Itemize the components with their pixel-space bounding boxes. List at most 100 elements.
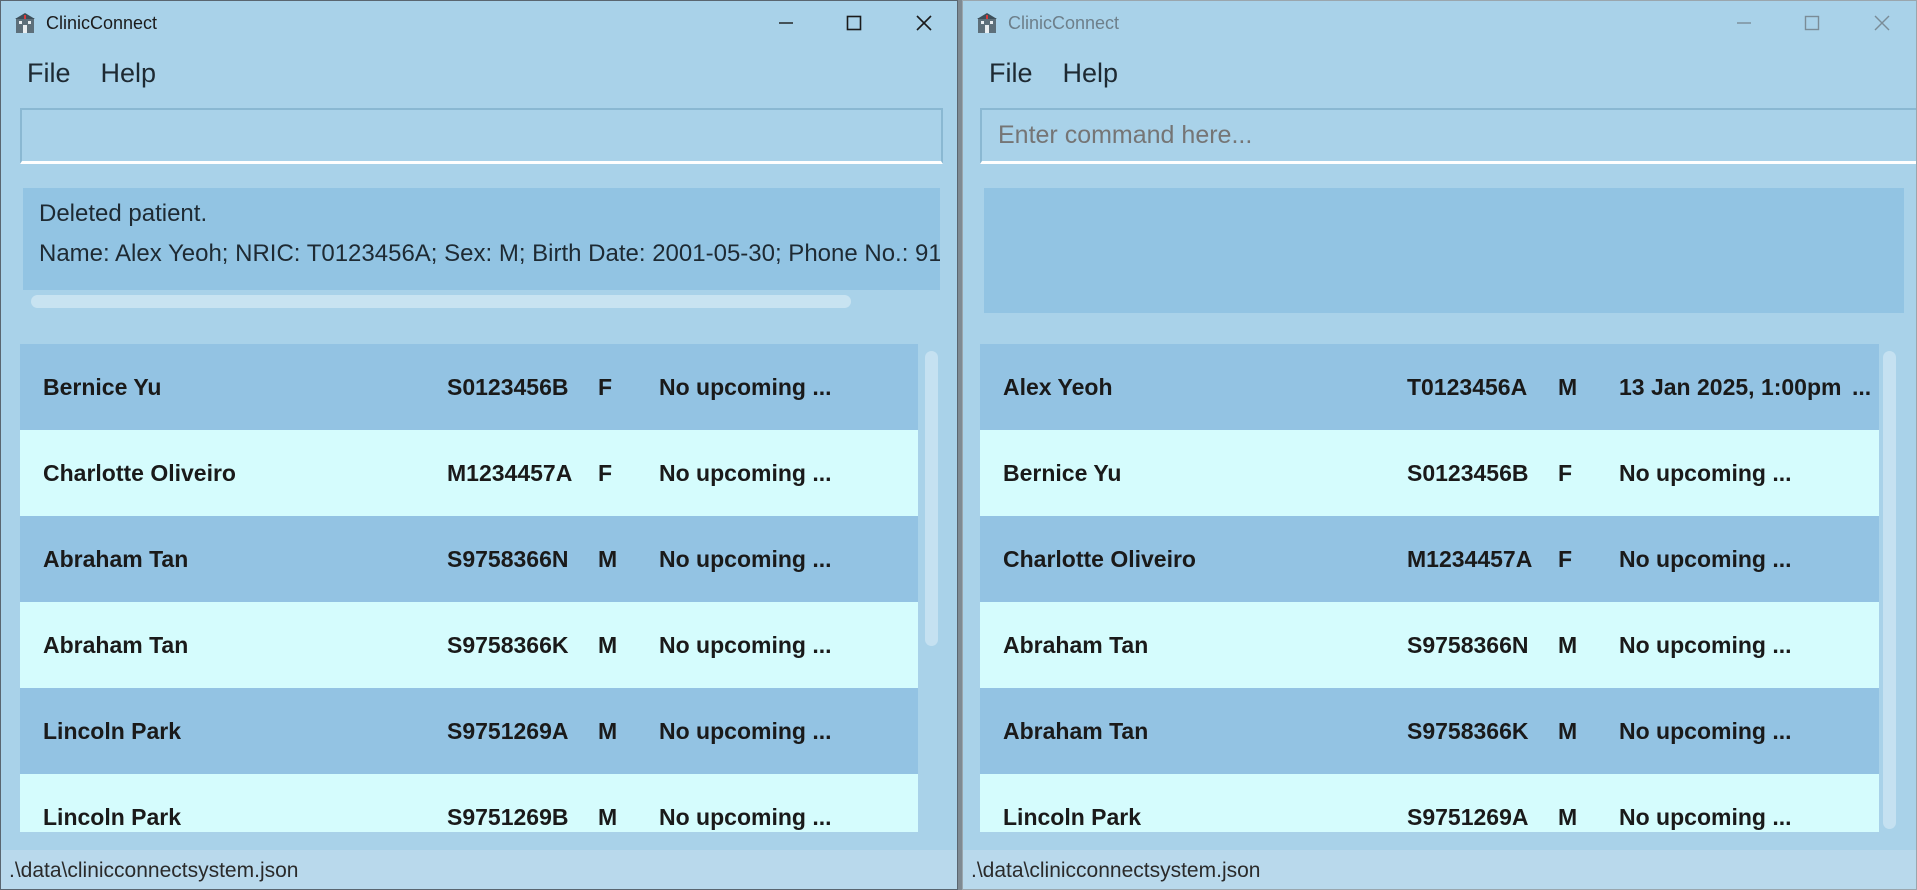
patient-name: Abraham Tan bbox=[43, 546, 189, 572]
patient-sex: M bbox=[1558, 804, 1578, 830]
patient-list: Alex Yeoh T0123456A M 13 Jan 2025, 1:00p… bbox=[980, 344, 1879, 832]
patient-row[interactable]: Bernice Yu S0123456B F No upcoming ... bbox=[20, 344, 918, 430]
command-input[interactable] bbox=[980, 108, 1916, 164]
patient-appointment: No upcoming ... bbox=[659, 460, 832, 486]
window-title: ClinicConnect bbox=[1008, 12, 1120, 33]
patient-row[interactable]: Abraham Tan S9758366N M No upcoming ... bbox=[20, 516, 918, 602]
patient-sex: M bbox=[598, 632, 618, 658]
patient-row[interactable]: Lincoln Park S9751269A M No upcoming ... bbox=[980, 774, 1879, 832]
result-message: Deleted patient. bbox=[39, 200, 208, 227]
patient-name: Abraham Tan bbox=[1003, 718, 1149, 744]
patient-row[interactable]: Abraham Tan S9758366N M No upcoming ... bbox=[980, 602, 1879, 688]
patient-appointment: No upcoming ... bbox=[1619, 804, 1792, 830]
status-bar: .\data\clinicconnectsystem.json bbox=[963, 850, 1916, 889]
window-title: ClinicConnect bbox=[46, 12, 158, 33]
patient-name: Charlotte Oliveiro bbox=[1003, 546, 1196, 572]
patient-list: Bernice Yu S0123456B F No upcoming ... C… bbox=[20, 344, 918, 832]
command-input[interactable] bbox=[20, 108, 943, 164]
minimize-icon bbox=[779, 22, 793, 24]
menu-help[interactable]: Help bbox=[101, 58, 157, 89]
patient-name: Bernice Yu bbox=[1003, 460, 1122, 486]
patient-name: Abraham Tan bbox=[1003, 632, 1149, 658]
patient-nric: S9758366K bbox=[447, 632, 569, 658]
patient-nric: S9758366N bbox=[1407, 632, 1529, 658]
patient-name: Lincoln Park bbox=[43, 718, 182, 744]
result-display bbox=[984, 188, 1904, 313]
patient-appointment: No upcoming ... bbox=[659, 632, 832, 658]
patient-sex: F bbox=[598, 374, 613, 400]
maximize-icon bbox=[1804, 15, 1820, 31]
patient-appointment: No upcoming ... bbox=[1619, 460, 1792, 486]
right-window: ClinicConnect File Help Alex Yeoh T01234… bbox=[962, 0, 1917, 890]
patient-row[interactable]: Lincoln Park S9751269A M No upcoming ... bbox=[20, 688, 918, 774]
close-button[interactable] bbox=[889, 1, 957, 45]
minimize-button[interactable] bbox=[1709, 1, 1779, 45]
patient-row[interactable]: Alex Yeoh T0123456A M 13 Jan 2025, 1:00p… bbox=[980, 344, 1879, 430]
patient-name: Lincoln Park bbox=[1003, 804, 1142, 830]
patient-appointment: No upcoming ... bbox=[659, 374, 832, 400]
result-horizontal-scrollbar[interactable] bbox=[31, 295, 851, 308]
patient-row[interactable]: Bernice Yu S0123456B F No upcoming ... bbox=[980, 430, 1879, 516]
patient-sex: F bbox=[1558, 546, 1573, 572]
result-display: Deleted patient. Name: Alex Yeoh; NRIC: … bbox=[23, 188, 940, 290]
patient-nric: M1234457A bbox=[1407, 546, 1533, 572]
patient-sex: M bbox=[1558, 718, 1578, 744]
patient-appointment: No upcoming ... bbox=[659, 546, 832, 572]
patient-name: Alex Yeoh bbox=[1003, 374, 1113, 400]
hospital-building-icon bbox=[976, 12, 998, 34]
close-icon bbox=[1874, 15, 1890, 31]
patient-nric: S9751269B bbox=[447, 804, 569, 830]
patient-sex: F bbox=[1558, 460, 1573, 486]
patient-appointment: No upcoming ... bbox=[1619, 718, 1792, 744]
patient-row[interactable]: Lincoln Park S9751269B M No upcoming ... bbox=[20, 774, 918, 832]
patient-name: Abraham Tan bbox=[43, 632, 189, 658]
menu-bar: File Help bbox=[963, 45, 1916, 101]
patient-nric: S9758366K bbox=[1407, 718, 1529, 744]
patient-nric: S0123456B bbox=[447, 374, 569, 400]
patient-sex: M bbox=[598, 718, 618, 744]
patient-nric: S9751269A bbox=[1407, 804, 1529, 830]
patient-nric: S0123456B bbox=[1407, 460, 1529, 486]
hospital-building-icon bbox=[14, 12, 36, 34]
close-icon bbox=[916, 15, 932, 31]
minimize-icon bbox=[1737, 22, 1751, 24]
left-window: ClinicConnect File Help Deleted patient.… bbox=[0, 0, 958, 890]
patient-appointment: No upcoming ... bbox=[659, 804, 832, 830]
patient-more-indicator: ... bbox=[1852, 374, 1872, 400]
patient-appointment: No upcoming ... bbox=[1619, 632, 1792, 658]
patient-sex: M bbox=[1558, 374, 1578, 400]
patient-appointment: 13 Jan 2025, 1:00pm bbox=[1619, 374, 1842, 400]
patient-name: Lincoln Park bbox=[43, 804, 182, 830]
patient-sex: M bbox=[598, 804, 618, 830]
status-bar: .\data\clinicconnectsystem.json bbox=[1, 850, 957, 889]
patient-appointment: No upcoming ... bbox=[1619, 546, 1792, 572]
patient-name: Charlotte Oliveiro bbox=[43, 460, 236, 486]
patient-name: Bernice Yu bbox=[43, 374, 162, 400]
patient-sex: M bbox=[1558, 632, 1578, 658]
title-bar[interactable]: ClinicConnect bbox=[1, 1, 957, 45]
minimize-button[interactable] bbox=[751, 1, 821, 45]
maximize-icon bbox=[846, 15, 862, 31]
patient-sex: F bbox=[598, 460, 613, 486]
patient-row[interactable]: Abraham Tan S9758366K M No upcoming ... bbox=[980, 688, 1879, 774]
patient-appointment: No upcoming ... bbox=[659, 718, 832, 744]
menu-bar: File Help bbox=[1, 45, 957, 101]
patient-nric: T0123456A bbox=[1407, 374, 1528, 400]
result-details: Name: Alex Yeoh; NRIC: T0123456A; Sex: M… bbox=[39, 240, 940, 267]
menu-file[interactable]: File bbox=[989, 58, 1033, 89]
patient-list-scrollbar[interactable] bbox=[925, 351, 938, 646]
patient-nric: M1234457A bbox=[447, 460, 573, 486]
title-bar[interactable]: ClinicConnect bbox=[963, 1, 1916, 45]
maximize-button[interactable] bbox=[1777, 1, 1847, 45]
patient-row[interactable]: Abraham Tan S9758366K M No upcoming ... bbox=[20, 602, 918, 688]
maximize-button[interactable] bbox=[819, 1, 889, 45]
patient-row[interactable]: Charlotte Oliveiro M1234457A F No upcomi… bbox=[20, 430, 918, 516]
menu-help[interactable]: Help bbox=[1063, 58, 1119, 89]
patient-list-scrollbar[interactable] bbox=[1883, 351, 1896, 829]
menu-file[interactable]: File bbox=[27, 58, 71, 89]
patient-nric: S9751269A bbox=[447, 718, 569, 744]
close-button[interactable] bbox=[1847, 1, 1916, 45]
patient-nric: S9758366N bbox=[447, 546, 569, 572]
patient-row[interactable]: Charlotte Oliveiro M1234457A F No upcomi… bbox=[980, 516, 1879, 602]
patient-sex: M bbox=[598, 546, 618, 572]
